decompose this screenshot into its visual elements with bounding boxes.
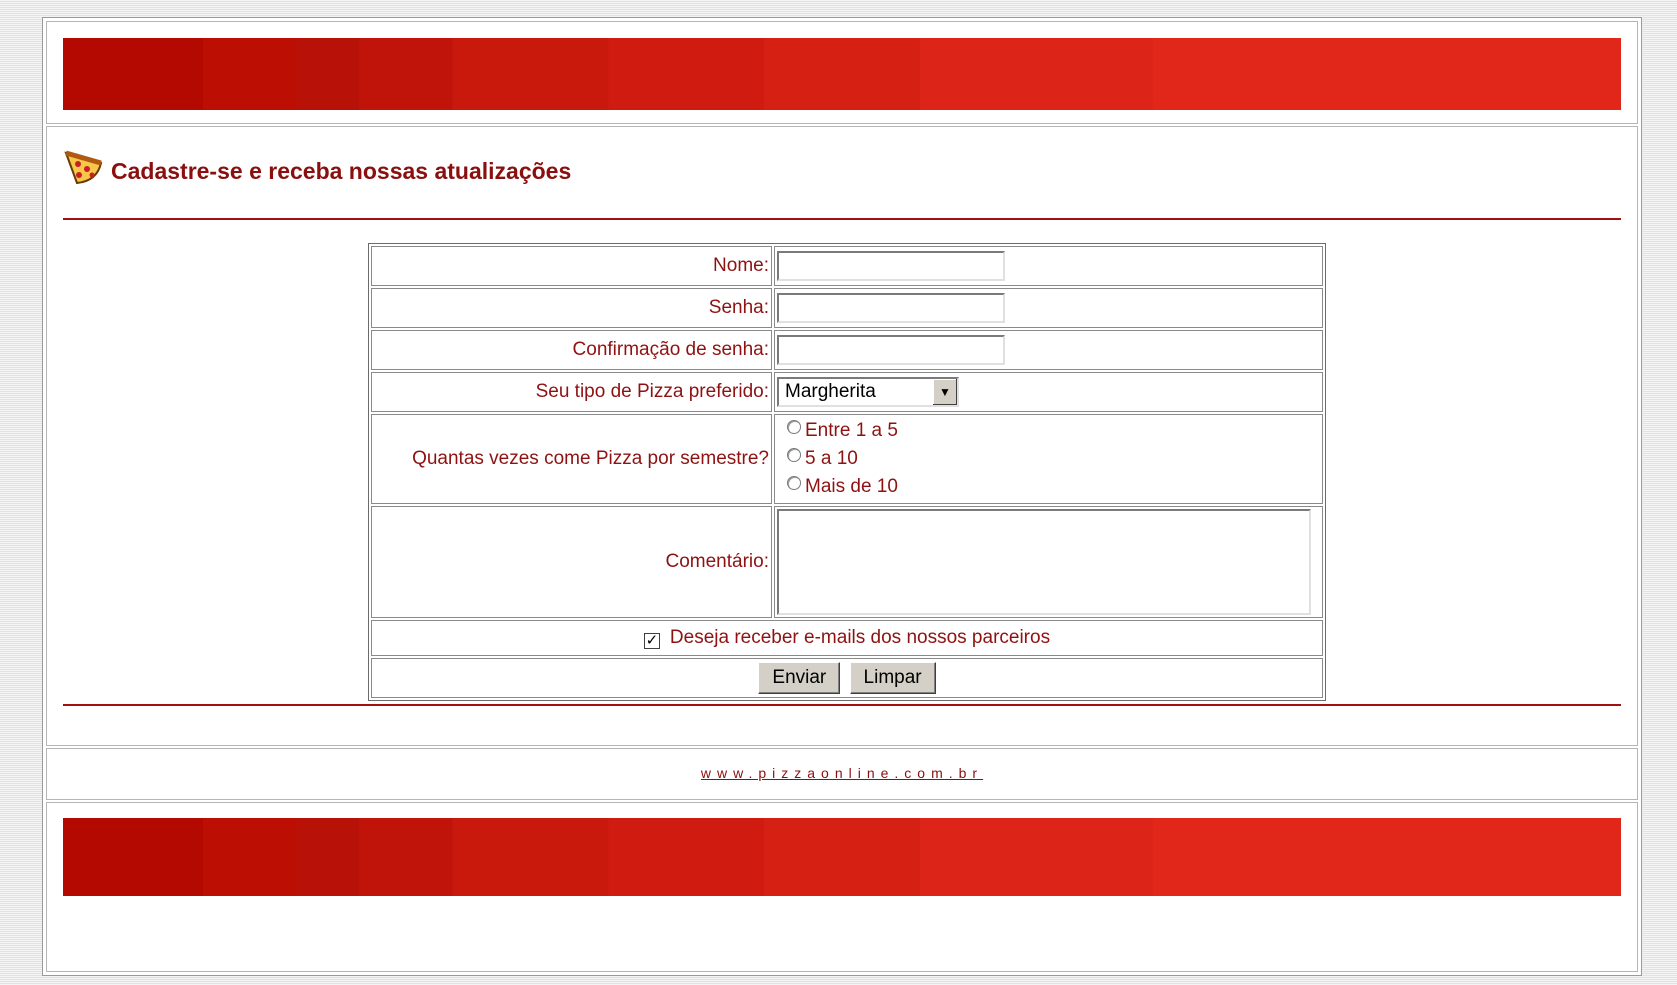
checkmark-icon: ✓ <box>645 632 659 649</box>
senha-label: Senha: <box>371 288 772 328</box>
radio-button[interactable] <box>787 476 801 490</box>
radio-label: Entre 1 a 5 <box>805 420 898 441</box>
page-frame: Cadastre-se e receba nossas atualizações… <box>42 17 1642 976</box>
radio-button[interactable] <box>787 420 801 434</box>
page-title: Cadastre-se e receba nossas atualizações <box>111 157 572 184</box>
divider-bottom <box>63 704 1621 706</box>
nome-cell <box>774 246 1323 286</box>
reset-button[interactable]: Limpar <box>849 662 936 694</box>
main-section: Cadastre-se e receba nossas atualizações… <box>46 126 1638 746</box>
radio-option[interactable]: 5 a 10 <box>777 445 1320 473</box>
pizza-select-value: Margherita <box>785 381 876 402</box>
pizza-cell: Margherita ▼ <box>774 372 1323 412</box>
submit-button[interactable]: Enviar <box>758 662 841 694</box>
confirmacao-cell <box>774 330 1323 370</box>
row-pizza: Seu tipo de Pizza preferido: Margherita … <box>371 372 1323 412</box>
footer-website-link[interactable]: www.pizzaonline.com.br <box>47 765 1637 781</box>
row-senha: Senha: <box>371 288 1323 328</box>
registration-form: Nome: Senha: Confirmação de senha: Seu t… <box>368 243 1326 701</box>
nome-input[interactable] <box>777 251 1005 281</box>
newsletter-checkbox[interactable]: ✓ <box>643 632 660 649</box>
comentario-cell <box>774 506 1323 618</box>
footer-banner <box>63 818 1621 896</box>
footer-section <box>46 802 1638 972</box>
confirmacao-label: Confirmação de senha: <box>371 330 772 370</box>
radio-label: 5 a 10 <box>805 448 858 469</box>
comentario-label: Comentário: <box>371 506 772 618</box>
senha-input[interactable] <box>777 293 1005 323</box>
row-buttons: Enviar Limpar <box>371 658 1323 698</box>
newsletter-cell: ✓ Deseja receber e-mails dos nossos parce… <box>371 620 1323 656</box>
comentario-textarea[interactable] <box>777 509 1311 615</box>
frequencia-label: Quantas vezes come Pizza por semestre? <box>371 414 772 504</box>
divider-top <box>63 218 1621 220</box>
nome-label: Nome: <box>371 246 772 286</box>
row-frequencia: Quantas vezes come Pizza por semestre? E… <box>371 414 1323 504</box>
pizza-select[interactable]: Margherita ▼ <box>777 377 959 407</box>
row-newsletter: ✓ Deseja receber e-mails dos nossos parce… <box>371 620 1323 656</box>
header-section <box>46 21 1638 124</box>
newsletter-label: Deseja receber e-mails dos nossos parcei… <box>669 627 1051 648</box>
page-heading: Cadastre-se e receba nossas atualizações <box>63 147 571 195</box>
radio-label: Mais de 10 <box>805 476 898 497</box>
radio-option[interactable]: Mais de 10 <box>777 473 1320 501</box>
header-banner <box>63 38 1621 110</box>
chevron-down-icon[interactable]: ▼ <box>932 379 957 405</box>
row-confirmacao: Confirmação de senha: <box>371 330 1323 370</box>
pizza-label: Seu tipo de Pizza preferido: <box>371 372 772 412</box>
row-comentario: Comentário: <box>371 506 1323 618</box>
radio-option[interactable]: Entre 1 a 5 <box>777 417 1320 445</box>
radio-button[interactable] <box>787 448 801 462</box>
senha-cell <box>774 288 1323 328</box>
row-nome: Nome: <box>371 246 1323 286</box>
frequencia-cell: Entre 1 a 5 5 a 10 Mais de 10 <box>774 414 1323 504</box>
confirmacao-input[interactable] <box>777 335 1005 365</box>
footer-link-section: www.pizzaonline.com.br <box>46 748 1638 800</box>
buttons-cell: Enviar Limpar <box>371 658 1323 698</box>
pizza-slice-icon <box>63 149 105 194</box>
